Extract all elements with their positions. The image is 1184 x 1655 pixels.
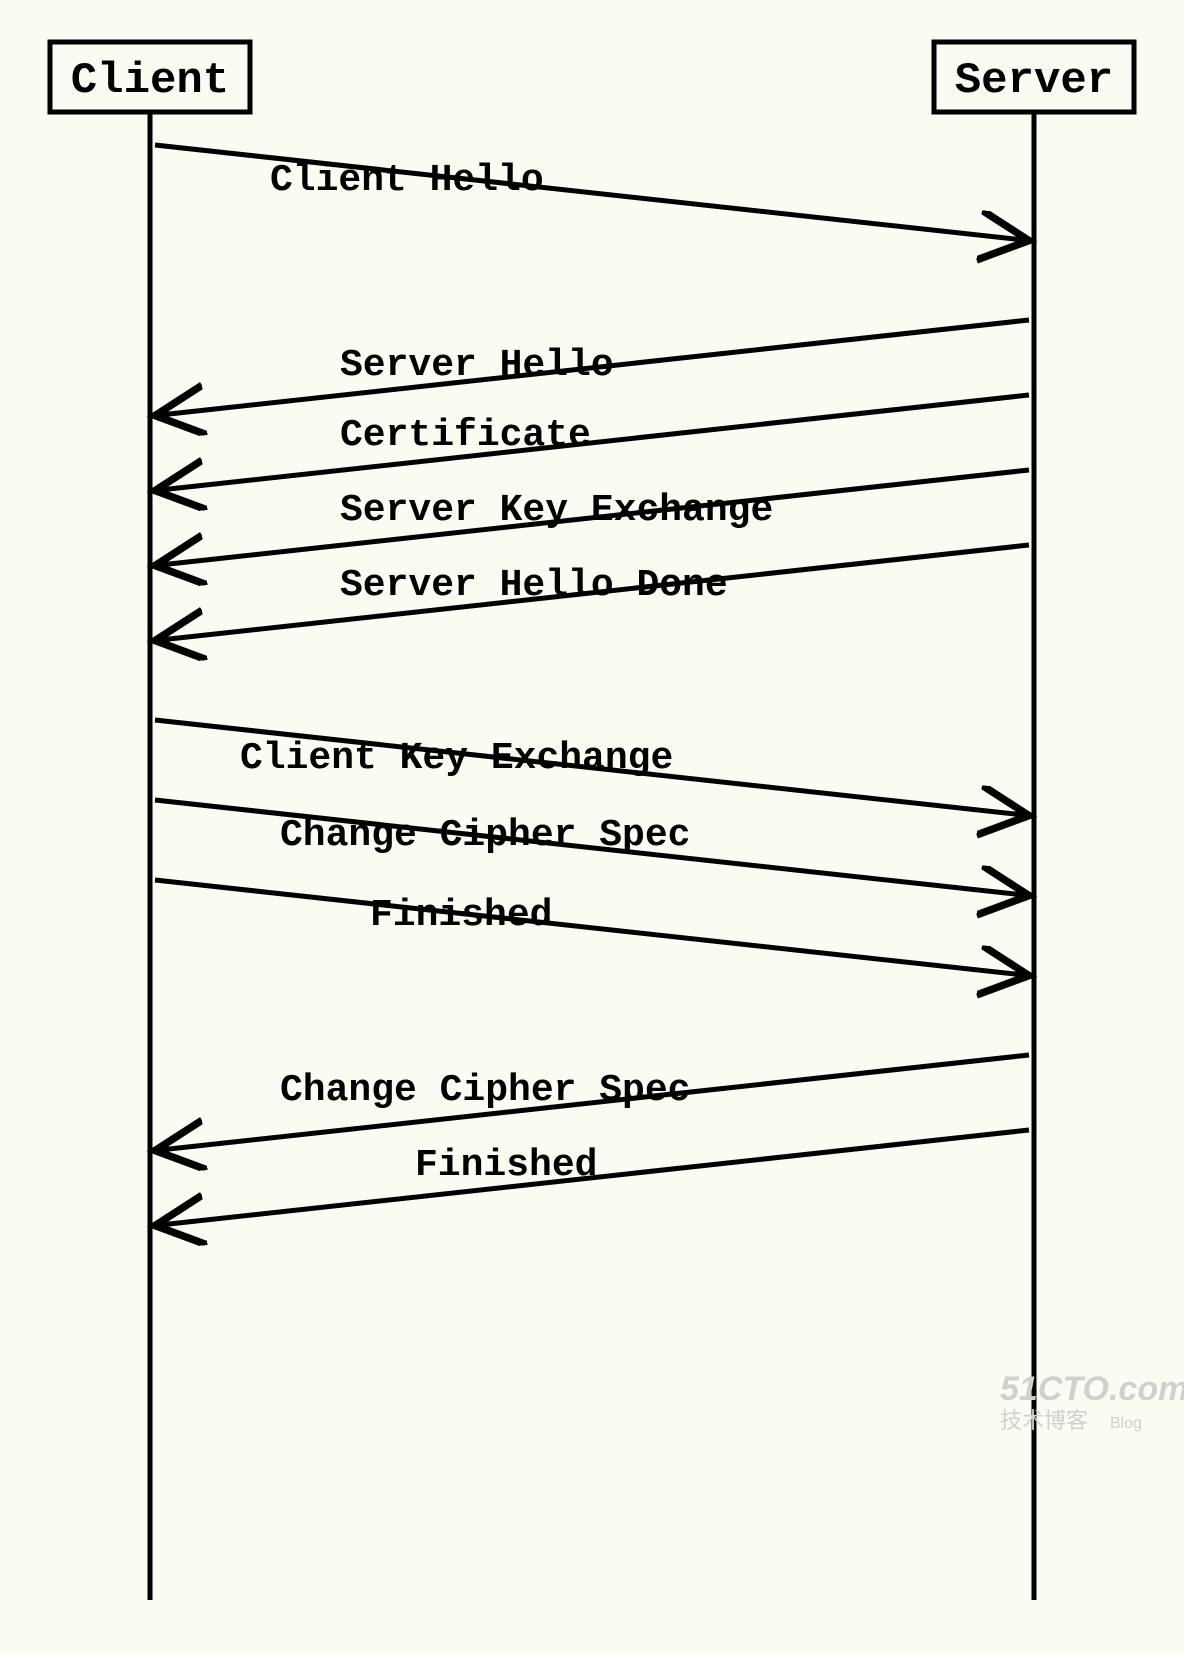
label-server-hello: Server Hello	[340, 344, 614, 387]
label-server-key-exchange: Server Key Exchange	[340, 489, 773, 532]
arrow-certificate	[160, 395, 1029, 490]
label-change-cipher-spec-2: Change Cipher Spec	[280, 1069, 690, 1112]
label-client-key-exchange: Client Key Exchange	[240, 737, 673, 780]
sequence-diagram: Client Server Client Hello Server Hello …	[0, 0, 1184, 1655]
watermark-line3: Blog	[1110, 1415, 1142, 1432]
label-finished-1: Finished	[370, 894, 552, 937]
server-label: Server	[955, 56, 1113, 106]
watermark-line1: 51CTO.com	[1000, 1370, 1184, 1408]
label-change-cipher-spec-1: Change Cipher Spec	[280, 814, 690, 857]
label-client-hello: Client Hello	[270, 159, 544, 202]
watermark: 51CTO.com 技术博客 Blog	[1000, 1370, 1184, 1433]
label-finished-2: Finished	[415, 1144, 597, 1187]
label-server-hello-done: Server Hello Done	[340, 564, 728, 607]
client-label: Client	[71, 56, 229, 106]
watermark-line2: 技术博客	[1000, 1408, 1088, 1433]
arrow-finished-1	[155, 880, 1024, 975]
label-certificate: Certificate	[340, 414, 591, 457]
